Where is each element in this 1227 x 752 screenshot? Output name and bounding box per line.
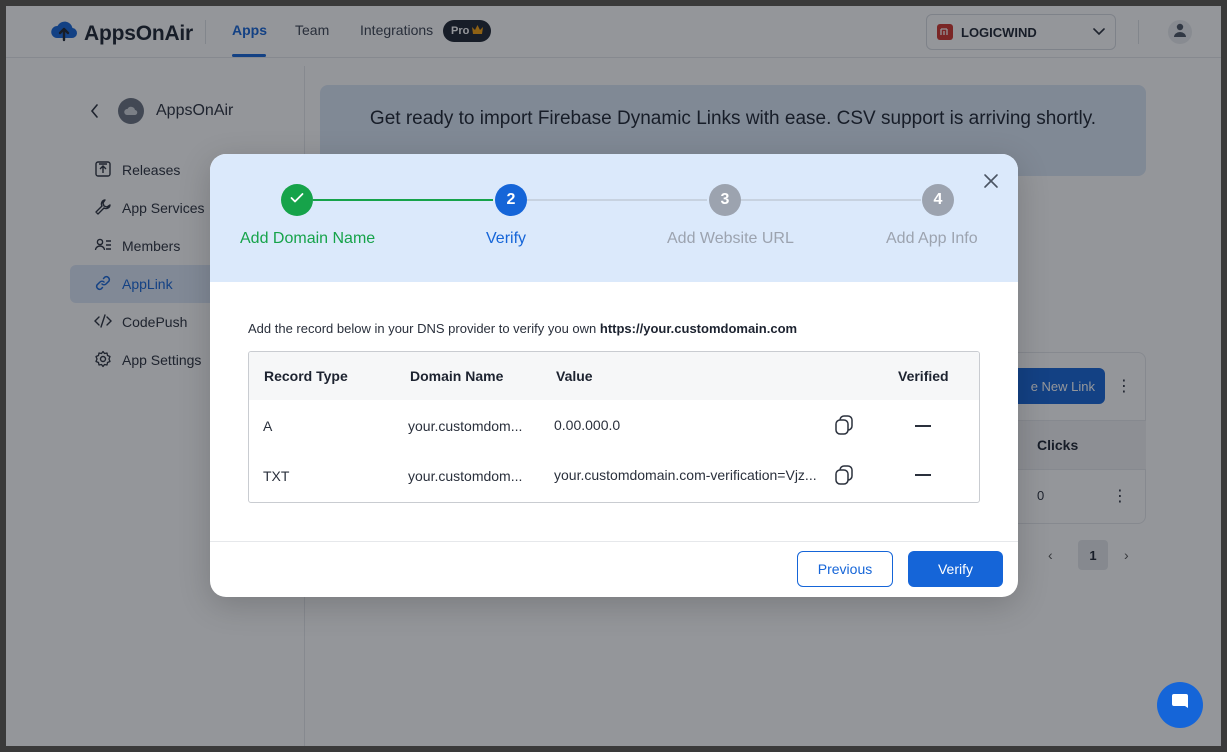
- app-window: AppsOnAir Apps Team Integrations Pro LOG…: [6, 6, 1221, 746]
- value-cell: 0.00.000.0: [554, 417, 621, 433]
- stepper-header: 2 3 4 Add Domain Name Verify Add Website…: [210, 154, 1018, 282]
- value-cell: your.customdomain.com-verification=Vjz..…: [554, 467, 817, 483]
- column-header-domain-name: Domain Name: [410, 368, 504, 384]
- step-3-pending: 3: [709, 184, 741, 216]
- chat-icon: [1169, 692, 1191, 719]
- check-icon: [290, 191, 304, 209]
- record-type-cell: A: [263, 418, 273, 434]
- step-connector: [527, 199, 707, 201]
- chat-support-button[interactable]: [1157, 682, 1203, 728]
- step-2-label: Verify: [486, 230, 527, 247]
- not-verified-dash: [915, 474, 931, 476]
- dns-instructions-text: Add the record below in your DNS provide…: [248, 321, 600, 336]
- column-header-value: Value: [556, 368, 593, 384]
- step-3-label: Add Website URL: [667, 230, 794, 247]
- verify-domain-modal: 2 3 4 Add Domain Name Verify Add Website…: [210, 154, 1018, 597]
- dns-table-header: Record Type Domain Name Value Verified: [249, 352, 979, 400]
- column-header-record-type: Record Type: [264, 368, 348, 384]
- column-header-verified: Verified: [898, 368, 949, 384]
- not-verified-dash: [915, 425, 931, 427]
- close-icon[interactable]: [983, 173, 999, 189]
- step-1-label: Add Domain Name: [240, 230, 376, 247]
- dns-instructions: Add the record below in your DNS provide…: [248, 321, 797, 336]
- copy-icon[interactable]: [833, 414, 855, 436]
- verify-button[interactable]: Verify: [908, 551, 1003, 587]
- step-1-completed: [281, 184, 313, 216]
- record-type-cell: TXT: [263, 468, 290, 484]
- modal-footer-divider: [210, 541, 1018, 542]
- step-number: 4: [933, 191, 943, 208]
- step-number: 3: [720, 191, 730, 208]
- custom-domain-url: https://your.customdomain.com: [599, 321, 798, 336]
- previous-button[interactable]: Previous: [797, 551, 893, 587]
- step-2-active: 2: [495, 184, 527, 216]
- step-connector: [741, 199, 921, 201]
- step-number: 2: [506, 191, 516, 208]
- step-connector-completed: [313, 199, 493, 201]
- dns-records-table: Record Type Domain Name Value Verified A…: [248, 351, 980, 503]
- copy-icon[interactable]: [833, 464, 855, 486]
- step-4-pending: 4: [922, 184, 954, 216]
- domain-name-cell: your.customdom...: [408, 468, 523, 484]
- domain-name-cell: your.customdom...: [408, 418, 523, 434]
- step-4-label: Add App Info: [886, 230, 978, 247]
